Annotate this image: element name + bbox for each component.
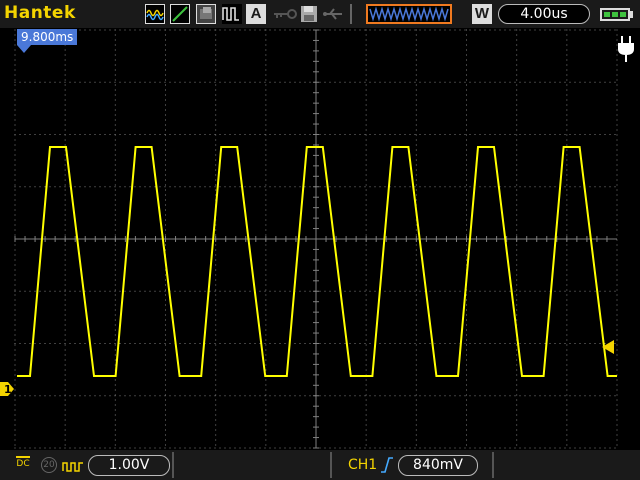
usb-icon (322, 4, 342, 24)
scope-display[interactable] (0, 28, 640, 450)
battery-icon (600, 8, 630, 21)
graticule (14, 29, 618, 449)
trigger-time-arrow-icon[interactable] (17, 45, 31, 53)
waveform-mode-icon[interactable] (145, 4, 165, 24)
acquire-mode-icon[interactable]: W (472, 4, 492, 24)
trigger-level-readout[interactable]: 840mV (398, 455, 478, 476)
save-icon[interactable] (299, 4, 319, 24)
channel-1-marker[interactable]: 1 (0, 381, 14, 396)
brand-logo: Hantek (4, 3, 76, 23)
invert-wave-icon[interactable] (62, 458, 84, 472)
coupling-label: DC (16, 459, 30, 469)
coupling-indicator[interactable]: DC (16, 456, 30, 469)
memory-position-bar[interactable] (366, 4, 452, 24)
divider (172, 452, 174, 478)
divider (492, 452, 494, 478)
divider (350, 4, 352, 24)
slope-icon[interactable] (170, 4, 190, 24)
trigger-level-marker-icon[interactable] (602, 339, 614, 354)
trigger-time-readout[interactable]: 9.800ms (17, 29, 78, 45)
battery-cap (630, 11, 633, 18)
rising-edge-icon[interactable] (380, 457, 394, 473)
bottom-status-bar: DC 20 1.00V CH1 840mV (0, 450, 640, 480)
pulse-icon[interactable] (222, 4, 242, 24)
power-plug-icon (617, 36, 635, 62)
timebase-readout[interactable]: 4.00us (498, 4, 590, 24)
bandwidth-limit-icon[interactable]: 20 (41, 457, 57, 473)
persistence-icon[interactable] (196, 4, 216, 24)
channel-number: 1 (4, 383, 12, 396)
top-status-bar: Hantek A W 4.00us (0, 0, 640, 28)
channel-1-trace (17, 146, 617, 377)
volts-per-div-readout[interactable]: 1.00V (88, 455, 170, 476)
auto-icon[interactable]: A (246, 4, 266, 24)
divider (330, 452, 332, 478)
trigger-source-label[interactable]: CH1 (348, 457, 377, 473)
key-icon[interactable] (272, 4, 298, 24)
